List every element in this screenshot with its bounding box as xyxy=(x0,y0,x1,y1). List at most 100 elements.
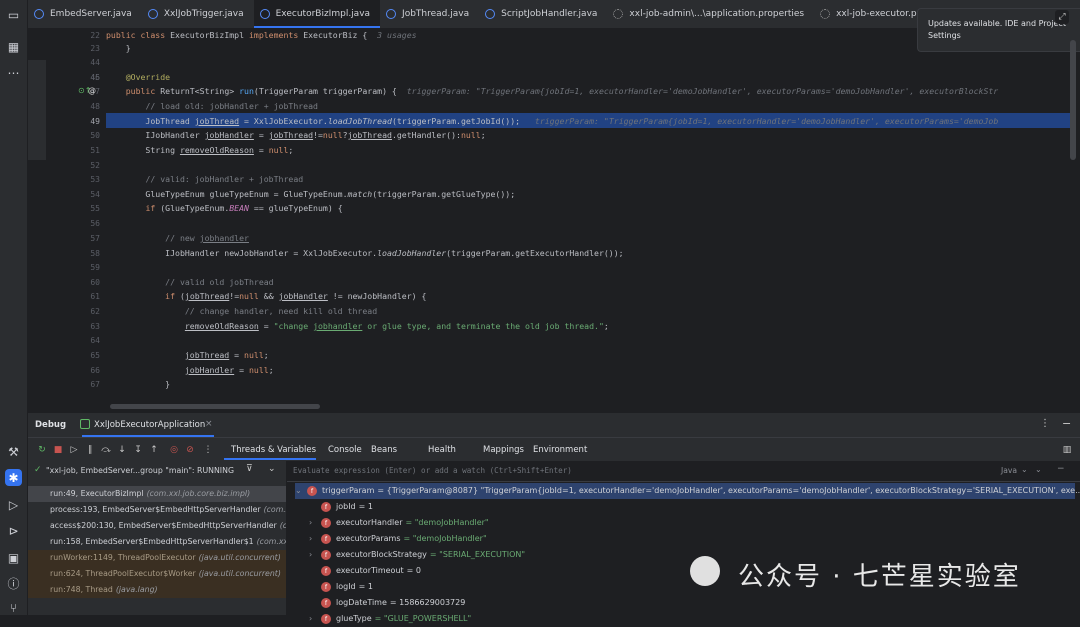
editor-tab[interactable]: xxl-job-admin\...\application.properties xyxy=(607,0,814,28)
line-number: 60 xyxy=(90,278,100,287)
options-icon[interactable]: ⋮ xyxy=(1040,418,1050,429)
line-number: 61 xyxy=(90,292,100,301)
variable-row[interactable]: f executorTimeout = 0 xyxy=(309,563,421,579)
line-number: 53 xyxy=(90,175,100,184)
variable-value: = "GLUE_POWERSHELL" xyxy=(374,614,472,623)
layout-icon[interactable]: ▥ xyxy=(1061,444,1073,456)
resume-icon[interactable]: ▷ xyxy=(68,444,80,456)
editor-tab[interactable]: JobThread.java xyxy=(380,0,479,28)
spring-boot-icon xyxy=(80,419,90,429)
expand-arrow-icon[interactable]: › xyxy=(309,547,321,563)
frame-method: run:624, ThreadPoolExecutor$Worker xyxy=(50,569,196,578)
step-into-icon[interactable]: ↓ xyxy=(116,444,128,456)
variable-value: = {TriggerParam@8087} "TriggerParam{jobI… xyxy=(377,486,1080,495)
expand-arrow-icon[interactable]: › xyxy=(309,611,321,627)
step-over-icon[interactable]: ⤼ xyxy=(100,444,112,456)
stack-frame[interactable]: process:193, EmbedServer$EmbedHttpServer… xyxy=(28,502,286,518)
more-icon[interactable]: ⋯ xyxy=(5,64,22,81)
step-into-force-icon[interactable]: ↧ xyxy=(132,444,144,456)
stop-icon[interactable]: ■ xyxy=(52,444,64,456)
editor-tab[interactable]: ScriptJobHandler.java xyxy=(479,0,607,28)
variable-row[interactable]: f jobId = 1 xyxy=(309,499,373,515)
view-breakpoints-icon[interactable]: ◎ xyxy=(168,444,180,456)
language-selector[interactable]: Java xyxy=(1001,466,1017,475)
tab-label: ScriptJobHandler.java xyxy=(501,9,598,19)
build-icon[interactable]: ⚒ xyxy=(5,443,22,460)
tab-label: ExecutorBizImpl.java xyxy=(275,9,371,19)
rerun-icon[interactable]: ↻ xyxy=(36,444,48,456)
variable-row[interactable]: f logId = 1 xyxy=(309,579,373,595)
variable-name: triggerParam xyxy=(322,486,375,495)
debug-tab-beans[interactable]: Beans xyxy=(371,445,397,455)
editor-tab[interactable]: XxlJobTrigger.java xyxy=(142,0,254,28)
stack-frame[interactable]: run:624, ThreadPoolExecutor$Worker (java.… xyxy=(28,566,286,582)
expand-arrow-icon[interactable]: ⌄ xyxy=(295,483,307,499)
editor-tab[interactable]: EmbedServer.java xyxy=(28,0,142,28)
variable-row[interactable]: ⌄ f triggerParam = {TriggerParam@8087} "Tri… xyxy=(295,483,1080,499)
variable-name: logId xyxy=(336,582,356,591)
variable-row[interactable]: f logDateTime = 1586629003729 xyxy=(309,595,465,611)
field-icon: f xyxy=(321,517,331,528)
editor-horizontal-scrollbar[interactable] xyxy=(110,404,320,409)
stack-frame[interactable]: run:748, Thread (java.lang) xyxy=(28,582,286,598)
pause-icon[interactable]: ∥ xyxy=(84,444,96,456)
evaluate-bar[interactable]: Evaluate expression (Enter) or add a wat… xyxy=(287,461,1080,482)
stack-frame[interactable]: access$200:130, EmbedServer$EmbedHttpSer… xyxy=(28,518,286,534)
frame-package: (com.xxl.job.core.biz.impl) xyxy=(146,489,251,498)
more-icon[interactable]: ⋮ xyxy=(202,444,214,456)
debug-header: Debug XxlJobExecutorApplication × ⋮ − xyxy=(28,412,1080,437)
step-out-icon[interactable]: ↑ xyxy=(148,444,160,456)
minimize-icon[interactable]: − xyxy=(1062,417,1071,430)
add-watch-icon[interactable]: − xyxy=(1057,464,1065,474)
stack-frame[interactable]: runWorker:1149, ThreadPoolExecutor (java.… xyxy=(28,550,286,566)
history-icon[interactable]: ⌄ xyxy=(1035,465,1042,474)
debug-tab-environment[interactable]: Environment xyxy=(533,445,587,455)
class-icon xyxy=(259,9,270,19)
structure-icon[interactable]: ▦ xyxy=(5,38,22,55)
debug-icon[interactable]: ✱ xyxy=(5,469,22,486)
editor-vertical-scrollbar[interactable] xyxy=(1070,40,1076,160)
debug-tab-threads[interactable]: Threads & Variables xyxy=(231,445,316,455)
variable-name: executorTimeout xyxy=(336,566,404,575)
run-icon[interactable]: ▷ xyxy=(5,496,22,513)
evaluate-input[interactable]: Evaluate expression (Enter) or add a wat… xyxy=(293,466,572,475)
editor-tab[interactable]: ExecutorBizImpl.java xyxy=(253,0,381,28)
mute-breakpoints-icon[interactable]: ⊘ xyxy=(184,444,196,456)
problems-icon[interactable]: ⓘ xyxy=(5,575,22,592)
debug-tab-console[interactable]: Console xyxy=(328,445,362,455)
variable-row[interactable]: › f executorHandler = "demoJobHandler" xyxy=(309,515,489,531)
expand-arrow-icon[interactable]: › xyxy=(309,531,321,547)
line-number: 63 xyxy=(90,322,100,331)
thread-selector[interactable]: ✓ "xxl-job, EmbedServer...group "main": … xyxy=(28,461,286,481)
field-icon: f xyxy=(321,549,331,560)
variable-name: jobId xyxy=(336,502,356,511)
tab-label: JobThread.java xyxy=(402,9,470,19)
variable-value: = "SERIAL_EXECUTION" xyxy=(429,550,526,559)
class-icon xyxy=(147,9,158,19)
stack-frame[interactable]: run:158, EmbedServer$EmbedHttpServerHand… xyxy=(28,534,286,550)
variable-row[interactable]: › f executorBlockStrategy = "SERIAL_EXECUTI… xyxy=(309,547,525,563)
expand-icon[interactable]: ⤢ xyxy=(1055,10,1069,24)
line-number: 67 xyxy=(90,380,100,389)
variable-value: = 0 xyxy=(406,566,422,575)
variable-row[interactable]: › f glueType = "GLUE_POWERSHELL" xyxy=(309,611,471,627)
debug-tab-health[interactable]: Health xyxy=(428,445,456,455)
stack-frame[interactable]: run:49, ExecutorBizImpl (com.xxl.job.core… xyxy=(28,486,286,502)
annotation-icon: @ xyxy=(88,86,96,95)
debug-session-tab[interactable]: XxlJobExecutorApplication xyxy=(94,420,205,430)
close-session-icon[interactable]: × xyxy=(205,419,213,429)
expand-arrow-icon[interactable]: › xyxy=(309,515,321,531)
variable-value: = 1 xyxy=(358,502,373,511)
services-icon[interactable]: ⊳ xyxy=(5,522,22,539)
debug-tab-mappings[interactable]: Mappings xyxy=(483,445,524,455)
git-icon[interactable]: ⑂ xyxy=(5,599,22,616)
folder-icon[interactable]: ▭ xyxy=(5,6,22,23)
variable-row[interactable]: › f executorParams = "demoJobHandler" xyxy=(309,531,487,547)
terminal-icon[interactable]: ▣ xyxy=(5,549,22,566)
chevron-down-icon[interactable]: ⌄ xyxy=(1021,465,1028,474)
chevron-down-icon[interactable]: ⌄ xyxy=(268,464,276,474)
line-number: 23 xyxy=(90,44,100,53)
code-editor[interactable]: public class ExecutorBizImpl implements … xyxy=(106,28,1068,409)
gutter-fold-area xyxy=(28,60,46,160)
filter-icon[interactable]: ⊽ xyxy=(246,464,253,474)
